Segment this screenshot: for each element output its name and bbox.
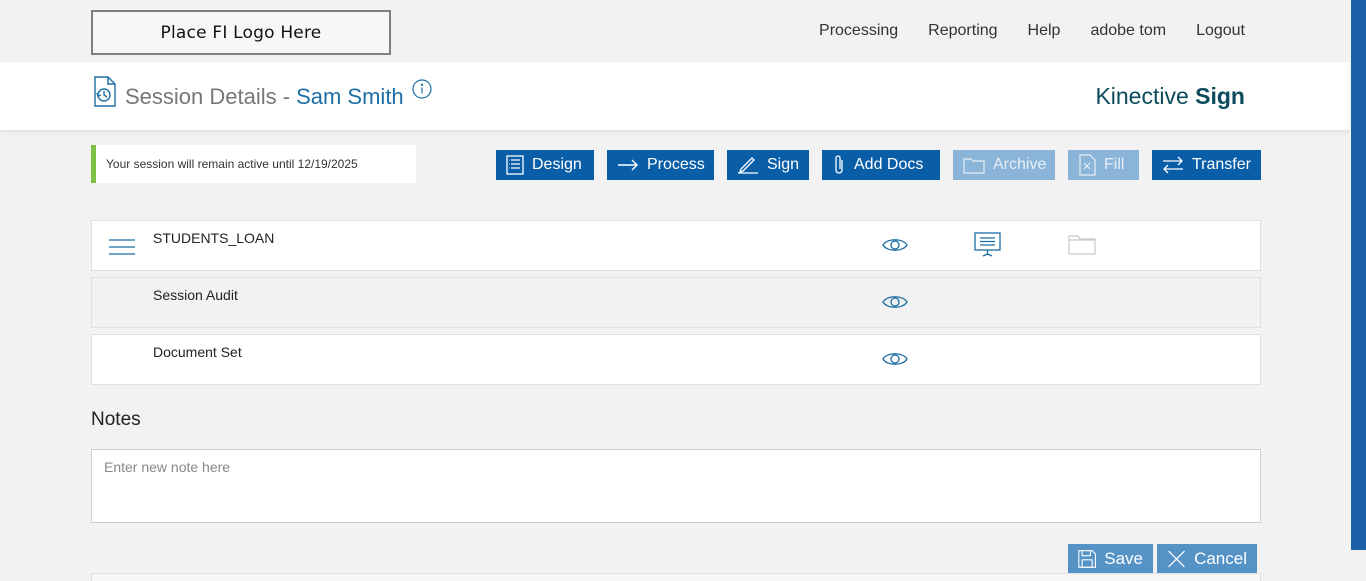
save-icon	[1078, 550, 1096, 568]
design-button[interactable]: Design	[496, 150, 594, 180]
sign-label: Sign	[767, 156, 800, 173]
form-icon	[1079, 154, 1096, 176]
add-docs-label: Add Docs	[854, 156, 924, 173]
logo-placeholder: Place FI Logo Here	[91, 10, 391, 55]
paperclip-icon	[835, 155, 843, 174]
cancel-label: Cancel	[1194, 549, 1247, 568]
notes-heading: Notes	[91, 409, 141, 430]
archive-label: Archive	[993, 156, 1047, 173]
fill-label: Fill	[1104, 156, 1125, 173]
eye-icon[interactable]	[882, 236, 908, 259]
info-icon[interactable]	[412, 79, 432, 104]
fill-button[interactable]: Fill	[1068, 150, 1139, 180]
list-icon	[506, 155, 524, 175]
customer-name: Sam Smith	[296, 84, 404, 109]
eye-icon[interactable]	[882, 293, 908, 316]
add-docs-button[interactable]: Add Docs	[822, 150, 940, 180]
history-document-icon	[92, 76, 118, 113]
next-section-edge	[91, 573, 1261, 581]
folder-icon	[963, 158, 985, 174]
page-title: Session Details - Sam Smith	[125, 84, 404, 110]
eye-icon[interactable]	[882, 350, 908, 373]
note-input[interactable]	[91, 449, 1261, 523]
brand-logo: Kinective Sign	[1095, 83, 1245, 110]
document-row: Document Set	[91, 334, 1261, 385]
nav-reporting[interactable]: Reporting	[928, 22, 997, 40]
brand-light: Kinective	[1095, 83, 1196, 109]
archive-button[interactable]: Archive	[953, 150, 1055, 180]
document-list: STUDENTS_LOAN Session Audit Document Set	[91, 220, 1261, 391]
close-icon	[1168, 550, 1185, 568]
sign-button[interactable]: Sign	[727, 150, 809, 180]
transfer-button[interactable]: Transfer	[1152, 150, 1261, 180]
swap-icon	[1163, 156, 1183, 174]
top-bar: Place FI Logo Here Processing Reporting …	[0, 0, 1350, 62]
document-row-label: Document Set	[153, 344, 242, 360]
cancel-button[interactable]: Cancel	[1157, 544, 1257, 574]
document-row-label: STUDENTS_LOAN	[153, 230, 275, 246]
presentation-icon[interactable]	[974, 232, 1002, 263]
session-expiry-note: Your session will remain active until 12…	[91, 145, 416, 183]
document-row: Session Audit	[91, 277, 1261, 328]
menu-icon[interactable]	[108, 238, 136, 261]
design-label: Design	[532, 156, 582, 173]
document-row: STUDENTS_LOAN	[91, 220, 1261, 271]
nav-logout[interactable]: Logout	[1196, 22, 1245, 40]
document-row-label: Session Audit	[153, 287, 238, 303]
nav-help[interactable]: Help	[1028, 22, 1061, 40]
nav-processing[interactable]: Processing	[819, 22, 898, 40]
process-button[interactable]: Process	[607, 150, 714, 180]
process-label: Process	[647, 156, 705, 173]
save-button[interactable]: Save	[1068, 544, 1153, 574]
save-label: Save	[1104, 549, 1143, 568]
transfer-label: Transfer	[1192, 156, 1251, 173]
brand-bold: Sign	[1195, 83, 1245, 109]
arrow-right-icon	[618, 159, 638, 171]
pen-icon	[738, 157, 758, 174]
scrollbar-thumb[interactable]	[1351, 0, 1366, 550]
page-header: Session Details - Sam Smith Kinective Sig…	[0, 62, 1350, 130]
nav-user[interactable]: adobe tom	[1090, 22, 1166, 40]
folder-icon	[1068, 233, 1096, 260]
page-title-label: Session Details -	[125, 84, 291, 109]
top-nav: Processing Reporting Help adobe tom Logo…	[819, 22, 1245, 40]
